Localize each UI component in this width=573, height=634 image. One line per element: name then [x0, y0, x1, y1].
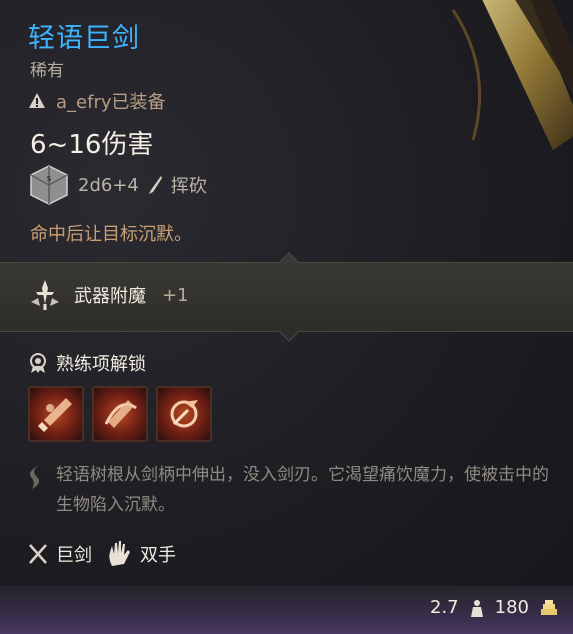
dice-icon: s	[30, 165, 68, 205]
enchantment-row[interactable]: 武器附魔 +1	[28, 278, 189, 312]
proficiency-label: 熟练项解锁	[56, 354, 146, 375]
weapon-enchantment-icon	[31, 280, 59, 310]
proficiency-icon	[30, 353, 46, 373]
proficiency-header: 熟练项解锁	[28, 350, 146, 376]
item-rarity: 稀有	[30, 61, 64, 81]
equipped-row: a_efry已装备	[28, 88, 166, 114]
action-slot-2[interactable]	[92, 386, 148, 442]
tag-two-handed[interactable]: 双手	[106, 540, 176, 568]
action-slot-3[interactable]	[156, 386, 212, 442]
dice-row: s 2d6+4 挥砍	[28, 164, 207, 206]
unlocked-actions	[28, 386, 212, 442]
sweep-action-icon	[104, 400, 137, 428]
description-block: 轻语树根从剑柄中伸出，没入剑刃。它渴望痛饮魔力，使被击中的生物陷入沉默。	[28, 460, 553, 520]
gold-icon	[541, 599, 557, 615]
svg-text:s: s	[47, 174, 52, 184]
lore-icon	[30, 465, 40, 489]
item-description: 轻语树根从剑柄中伸出，没入剑刃。它渴望痛饮魔力，使被击中的生物陷入沉默。	[56, 465, 549, 515]
greatsword-icon	[29, 544, 47, 564]
warning-icon	[29, 93, 45, 108]
item-tooltip: 轻语巨剑 稀有 a_efry已装备 6~16伤害 s 2d6+4 挥砍 命中后让…	[0, 0, 573, 634]
weapon-tags: 巨剑 双手	[28, 540, 176, 568]
spin-action-icon	[170, 400, 198, 428]
weight-value: 2.7	[430, 597, 459, 618]
sword-art-icon	[451, 0, 573, 150]
tag-two-handed-label: 双手	[140, 545, 176, 566]
tag-greatsword-label: 巨剑	[56, 545, 92, 566]
item-title: 轻语巨剑	[28, 23, 140, 54]
enchantment-bonus: +1	[162, 284, 189, 306]
dice-value: 2d6+4	[78, 174, 139, 196]
equipped-label: a_efry已装备	[56, 92, 166, 113]
damage-range: 6~16伤害	[30, 130, 154, 160]
tag-greatsword[interactable]: 巨剑	[28, 541, 92, 567]
damage-type: 挥砍	[170, 176, 207, 197]
strike-action-icon	[38, 398, 72, 432]
action-slot-1[interactable]	[28, 386, 84, 442]
slash-icon	[148, 176, 162, 194]
item-effect: 命中后让目标沉默。	[30, 224, 192, 245]
enchantment-label: 武器附魔	[74, 286, 146, 307]
two-handed-icon	[109, 541, 130, 566]
weight-icon	[470, 599, 483, 617]
gold-value: 180	[494, 597, 529, 618]
footer-stats: 2.7 180	[430, 597, 559, 618]
